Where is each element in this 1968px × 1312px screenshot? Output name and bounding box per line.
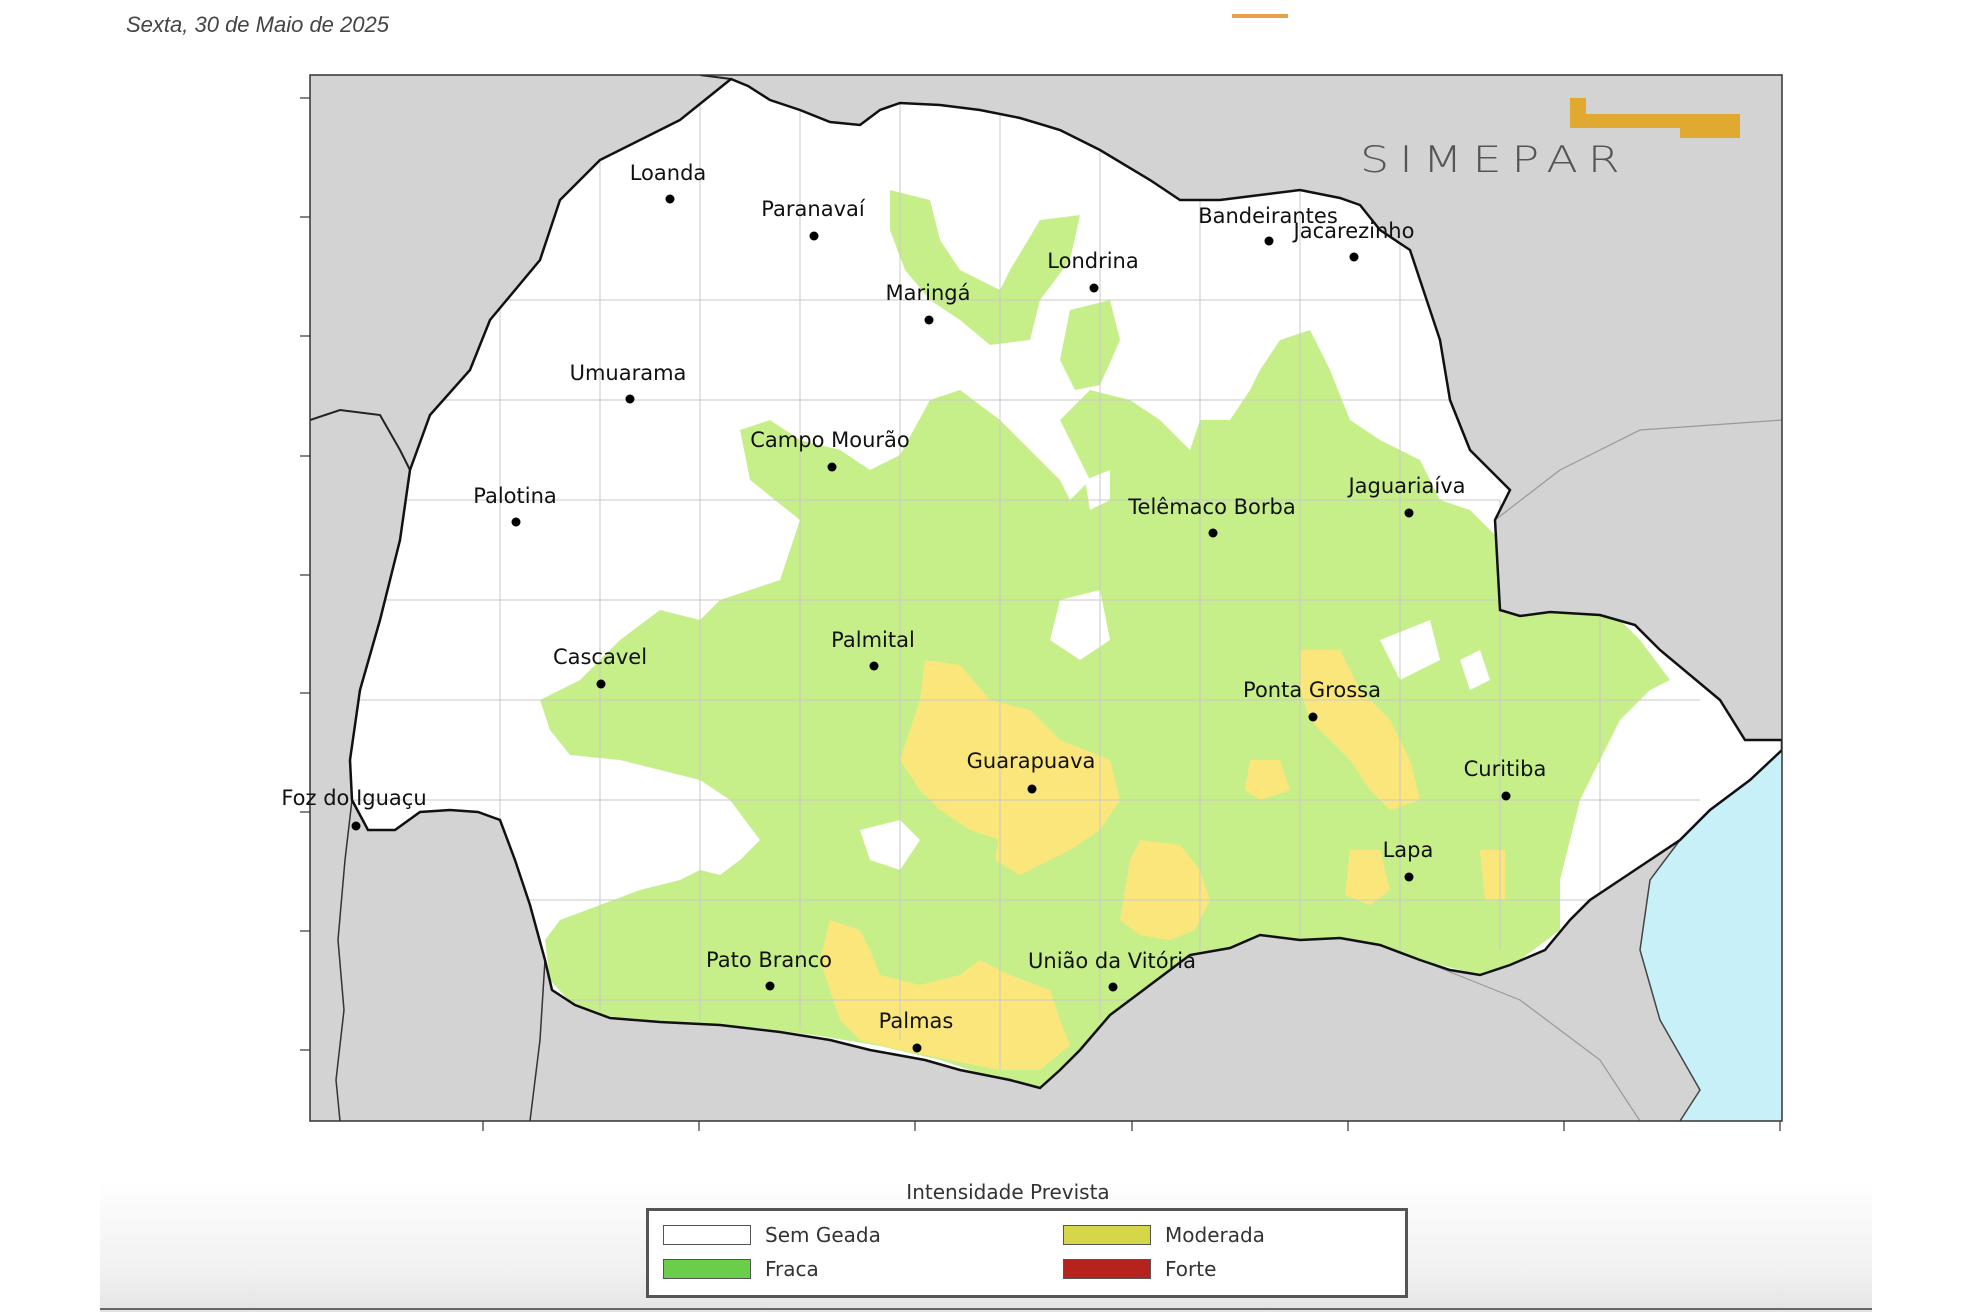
city-label: Telêmaco Borba (1127, 495, 1295, 519)
city-dot (1108, 982, 1118, 992)
city-dot (1308, 712, 1318, 722)
city-dot (1264, 236, 1274, 246)
legend-title: Intensidade Prevista (906, 1180, 1110, 1204)
city-dot (912, 1043, 922, 1053)
city-dot (1208, 528, 1218, 538)
city-label: Ponta Grossa (1243, 678, 1381, 702)
city-dot (511, 517, 521, 527)
city-dot (765, 981, 775, 991)
city-label: Palotina (473, 484, 557, 508)
city-dot (924, 315, 934, 325)
city-dot (596, 679, 606, 689)
city-label: Jaguariaíva (1346, 474, 1465, 498)
city-label: Palmas (879, 1009, 954, 1033)
legend-swatch (1063, 1225, 1151, 1245)
city-dot (809, 231, 819, 241)
legend-item-forte: Forte (1063, 1257, 1216, 1281)
city-label: Foz do Iguaçu (281, 786, 426, 810)
city-label: Lapa (1383, 838, 1434, 862)
city-label: Campo Mourão (750, 428, 909, 452)
logo-wordmark: SIMEPAR (1360, 137, 1630, 181)
city-dot (665, 194, 675, 204)
legend-item-fraca: Fraca (663, 1257, 819, 1281)
city-label: Pato Branco (706, 948, 832, 972)
city-dot (1404, 508, 1414, 518)
city-label: Palmital (831, 628, 915, 652)
legend-swatch (663, 1225, 751, 1245)
city-dot (1404, 872, 1414, 882)
legend: Sem Geada Moderada Fraca Forte (646, 1208, 1408, 1298)
city-dot (1501, 791, 1511, 801)
city-label: Paranavaí (761, 197, 866, 221)
city-label: Londrina (1047, 249, 1138, 273)
legend-label: Fraca (765, 1257, 819, 1281)
city-dot (869, 661, 879, 671)
city-dot (1089, 283, 1099, 293)
city-dot (351, 821, 361, 831)
city-label: União da Vitória (1028, 949, 1196, 973)
city-dot (1349, 252, 1359, 262)
legend-label: Sem Geada (765, 1223, 881, 1247)
frost-forecast-map: Loanda Paranavaí Maringá Londrina Bandei… (281, 74, 1783, 1131)
legend-item-moderada: Moderada (1063, 1223, 1265, 1247)
city-dot (827, 462, 837, 472)
city-label: Jacarezinho (1292, 219, 1415, 243)
legend-label: Moderada (1165, 1223, 1265, 1247)
city-label: Cascavel (553, 645, 647, 669)
city-label: Loanda (630, 161, 707, 185)
simepar-logo: SIMEPAR (1360, 98, 1740, 181)
legend-swatch (663, 1259, 751, 1279)
city-label: Guarapuava (967, 749, 1096, 773)
city-dot (1027, 784, 1037, 794)
city-dot (625, 394, 635, 404)
legend-swatch (1063, 1259, 1151, 1279)
city-label: Umuarama (570, 361, 687, 385)
legend-item-sem-geada: Sem Geada (663, 1223, 881, 1247)
city-label: Maringá (886, 281, 971, 305)
city-label: Curitiba (1464, 757, 1547, 781)
legend-label: Forte (1165, 1257, 1217, 1281)
